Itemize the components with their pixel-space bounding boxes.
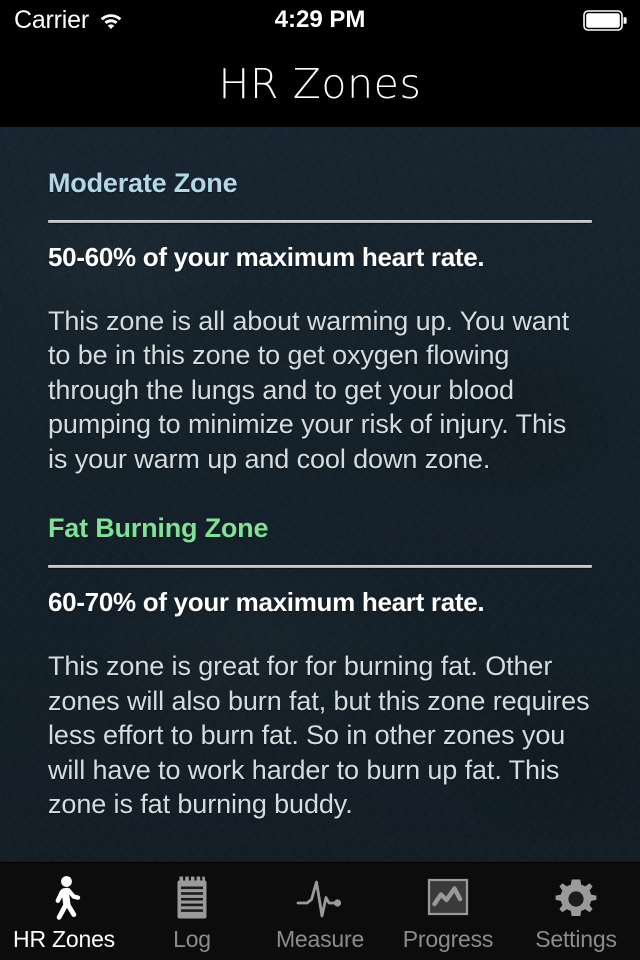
tab-label: Measure [275,926,365,952]
wifi-icon [98,10,124,30]
status-bar-right [583,0,627,40]
navigation-bar: HR Zones [0,40,640,128]
tab-label: Progress [402,926,494,952]
zone-body-text: This zone is great for for burning fat. … [48,651,590,820]
carrier-label: Carrier [14,5,89,34]
tab-log[interactable]: Log [128,863,256,960]
zone-subtitle: 50-60% of your maximum heart rate. [48,241,485,272]
tab-hr-zones[interactable]: HR Zones [0,863,128,960]
app-screen: Carrier 4:29 PM HR Zones Moderate Zone 5… [0,0,640,960]
zone-section-moderate: Moderate Zone 50-60% of your maximum hea… [0,128,640,476]
page-title: HR Zones [218,59,422,108]
heartbeat-pulse-icon [296,871,344,927]
gear-icon [552,871,600,927]
zone-section-fat-burning: Fat Burning Zone 60-70% of your maximum … [0,476,640,821]
zone-body-text: This zone is all about warming up. You w… [48,305,570,474]
zone-title: Moderate Zone [48,168,238,198]
tab-settings[interactable]: Settings [512,863,640,960]
tab-label: HR Zones [13,926,115,952]
walking-person-icon [44,871,84,927]
battery-full-icon [583,9,627,31]
zone-title: Fat Burning Zone [48,513,269,544]
status-bar: Carrier 4:29 PM [0,0,640,40]
zone-divider [48,219,592,223]
tab-measure[interactable]: Measure [256,863,384,960]
tab-label: Settings [535,926,617,952]
tab-bar: HR Zones Log Measure Progress Settings [0,862,640,960]
zone-divider [48,565,592,569]
tab-progress[interactable]: Progress [384,863,512,960]
content-scroll-area[interactable]: Moderate Zone 50-60% of your maximum hea… [0,128,640,862]
clock-label: 4:29 PM [274,6,366,33]
tab-label: Log [173,926,211,952]
notepad-icon [172,871,212,927]
line-chart-box-icon [426,871,470,927]
status-bar-left: Carrier [14,5,124,34]
zone-subtitle: 60-70% of your maximum heart rate. [48,587,485,618]
